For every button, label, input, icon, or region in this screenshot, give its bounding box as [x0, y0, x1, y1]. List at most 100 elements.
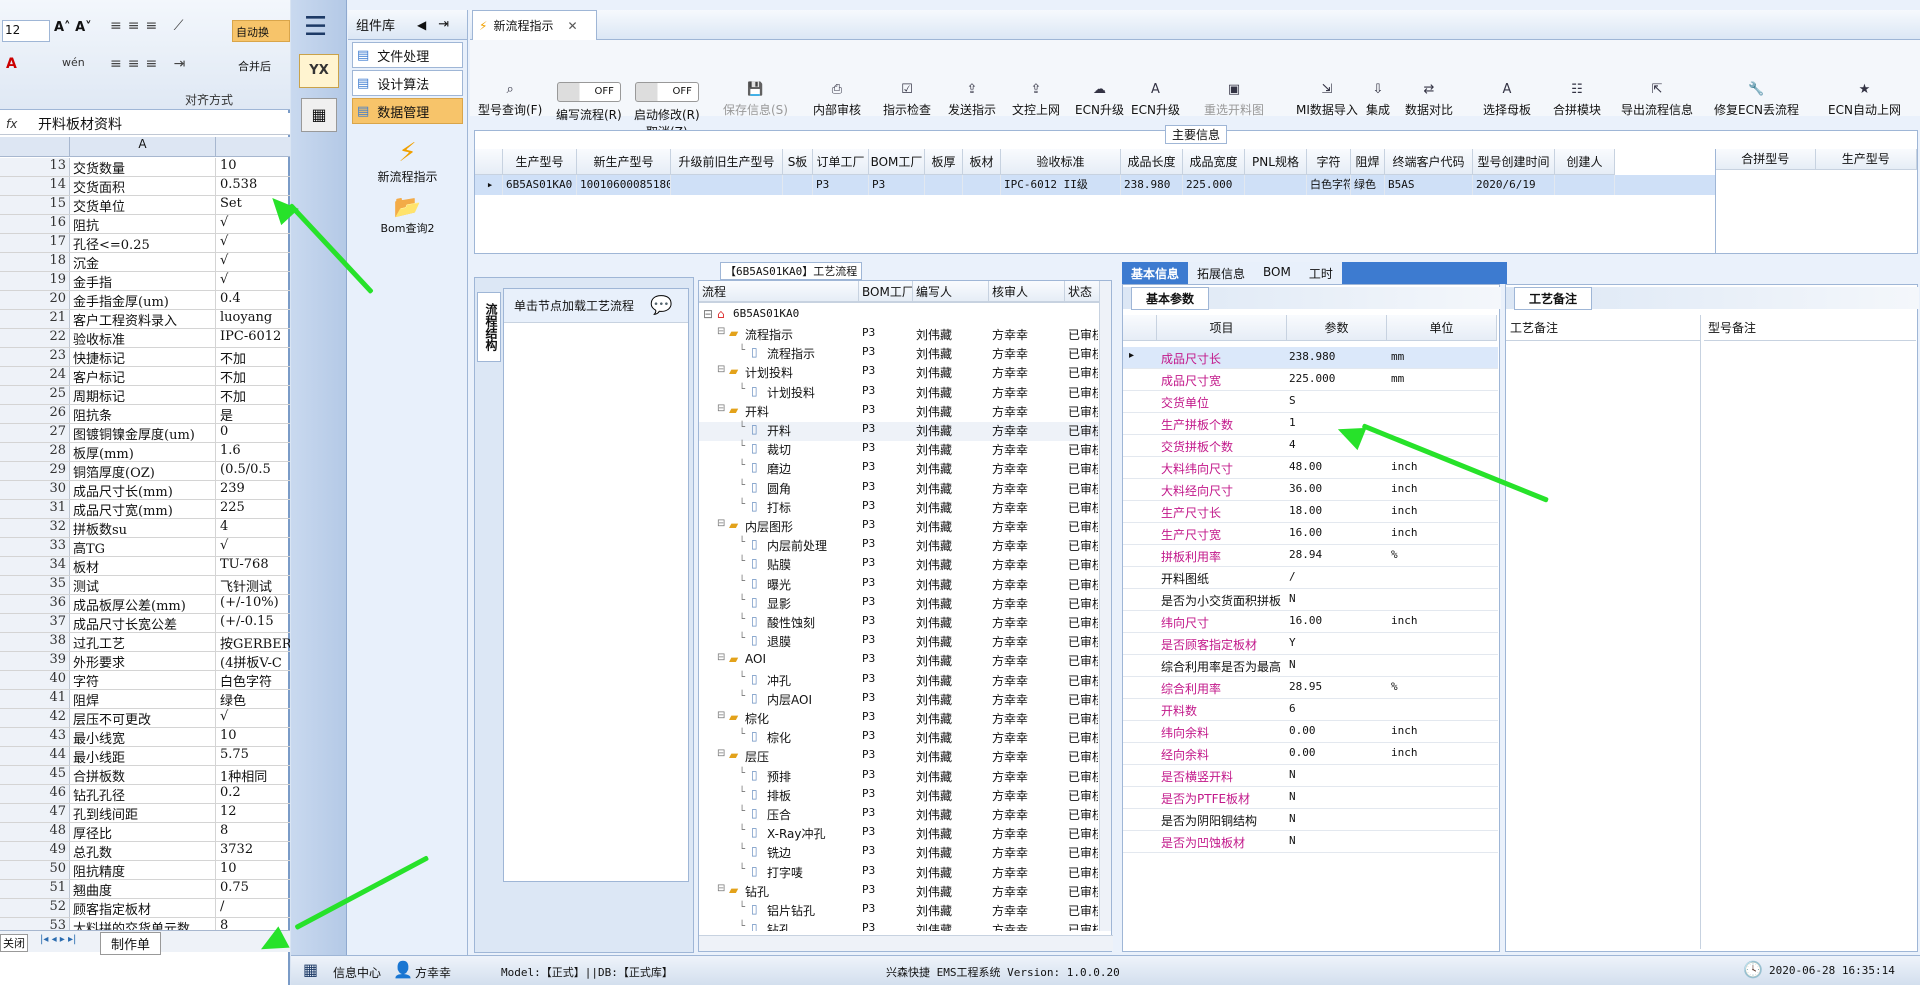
- toolbar-btn-8[interactable]: ☁ ECN升级: [1075, 82, 1124, 118]
- cell-a[interactable]: 板厚(mm): [70, 443, 216, 461]
- tree-node[interactable]: ⊟ ▰ AOI P3 刘伟藏 方幸幸 已审核: [699, 652, 1099, 671]
- formula-value[interactable]: 开料板材资料: [28, 114, 122, 134]
- cell-a[interactable]: 过孔工艺: [70, 633, 216, 651]
- param-value[interactable]: S: [1289, 394, 1296, 407]
- cell-a[interactable]: 拼板数su: [70, 519, 216, 537]
- grow-font-icon[interactable]: A˄ A˅: [54, 20, 92, 35]
- cell-b[interactable]: 5.75: [216, 747, 290, 765]
- main-cell[interactable]: 绿色: [1351, 175, 1385, 195]
- cell-a[interactable]: 阻抗: [70, 215, 216, 233]
- tree-node[interactable]: └ ▯ 圆角 P3 刘伟藏 方幸幸 已审核: [699, 480, 1099, 499]
- toolbar-btn-13[interactable]: ⇄ 数据对比: [1405, 82, 1453, 118]
- tree-node[interactable]: └ ▯ 计划投料 P3 刘伟藏 方幸幸 已审核: [699, 384, 1099, 403]
- param-value[interactable]: N: [1289, 768, 1296, 781]
- cell-a[interactable]: 验收标准: [70, 329, 216, 347]
- sheet-row[interactable]: 30 成品尺寸长(mm) 239: [0, 481, 290, 500]
- sheet-row[interactable]: 15 交货单位 Set: [0, 196, 290, 215]
- cell-b[interactable]: √: [216, 234, 290, 252]
- sheet-row[interactable]: 46 钻孔孔径 0.2: [0, 785, 290, 804]
- row-number[interactable]: 34: [0, 557, 70, 575]
- cell-b[interactable]: 0.2: [216, 785, 290, 803]
- main-col-header[interactable]: 验收标准: [1001, 149, 1121, 175]
- sheet-row[interactable]: 48 厚径比 8: [0, 823, 290, 842]
- wrap-text-button[interactable]: 自动换: [232, 20, 290, 42]
- main-col-header[interactable]: 型号创建时间: [1473, 149, 1555, 175]
- cell-a[interactable]: 孔径<=0.25: [70, 234, 216, 252]
- cell-b[interactable]: luoyang: [216, 310, 290, 328]
- sheet-row[interactable]: 24 客户标记 不加: [0, 367, 290, 386]
- calculator-icon[interactable]: ▦: [301, 98, 337, 132]
- tree-node[interactable]: └ ▯ 铝片钻孔 P3 刘伟藏 方幸幸 已审核: [699, 902, 1099, 921]
- cell-b[interactable]: √: [216, 272, 290, 290]
- pin-icon[interactable]: ⇥: [438, 17, 449, 32]
- cell-b[interactable]: 不加: [216, 367, 290, 385]
- toolbar-btn-4[interactable]: ⎙ 内部审核: [813, 82, 861, 118]
- tree-node[interactable]: └ ▯ 冲孔 P3 刘伟藏 方幸幸 已审核: [699, 672, 1099, 691]
- model-notes-column[interactable]: 型号备注: [1704, 315, 1916, 949]
- tree-root[interactable]: ⊟ ⌂ 6B5AS01KA0: [699, 307, 1099, 326]
- param-row[interactable]: 开料数 6: [1123, 699, 1498, 721]
- param-value[interactable]: 0.00: [1289, 746, 1316, 759]
- expand-icon[interactable]: ⊟: [717, 883, 725, 894]
- yx-app-icon[interactable]: YX: [299, 54, 339, 88]
- cell-b[interactable]: (4拼板V-C: [216, 652, 290, 670]
- param-value[interactable]: Y: [1289, 636, 1296, 649]
- sheet-row[interactable]: 43 最小线宽 10: [0, 728, 290, 747]
- main-cell[interactable]: [783, 175, 813, 195]
- cell-a[interactable]: 钻孔孔径: [70, 785, 216, 803]
- cell-a[interactable]: 金手指: [70, 272, 216, 290]
- phonetic-icon[interactable]: wén: [62, 56, 85, 69]
- main-col-header[interactable]: S板: [783, 149, 813, 175]
- detail-tab-1[interactable]: 拓展信息: [1188, 262, 1255, 284]
- main-col-header[interactable]: 板厚: [925, 149, 963, 175]
- row-number[interactable]: 31: [0, 500, 70, 518]
- row-number[interactable]: 15: [0, 196, 70, 214]
- param-value[interactable]: N: [1289, 812, 1296, 825]
- cell-a[interactable]: 客户标记: [70, 367, 216, 385]
- cell-b[interactable]: (0.5/0.5: [216, 462, 290, 480]
- main-col-header[interactable]: BOM工厂: [869, 149, 925, 175]
- param-value[interactable]: 4: [1289, 438, 1296, 451]
- row-number[interactable]: 22: [0, 329, 70, 347]
- cell-a[interactable]: 总孔数: [70, 842, 216, 860]
- main-col-header[interactable]: 订单工厂: [813, 149, 869, 175]
- param-row[interactable]: 生产拼板个数 1: [1123, 413, 1498, 435]
- cell-b[interactable]: /: [216, 899, 290, 917]
- toolbar-btn-5[interactable]: ☑ 指示检查: [883, 82, 931, 118]
- toolbar-btn-18[interactable]: ★ ECN自动上网: [1828, 82, 1901, 118]
- param-value[interactable]: 238.980: [1289, 350, 1335, 363]
- cell-b[interactable]: 225: [216, 500, 290, 518]
- sheet-row[interactable]: 27 图镀铜镍金厚度(um) 0: [0, 424, 290, 443]
- tree-node[interactable]: └ ▯ 磨边 P3 刘伟藏 方幸幸 已审核: [699, 460, 1099, 479]
- tree-node[interactable]: ⊟ ▰ 计划投料 P3 刘伟藏 方幸幸 已审核: [699, 364, 1099, 383]
- sheet-row[interactable]: 22 验收标准 IPC-6012: [0, 329, 290, 348]
- tree-node[interactable]: └ ▯ 流程指示 P3 刘伟藏 方幸幸 已审核: [699, 345, 1099, 364]
- cell-a[interactable]: 成品板厚公差(mm): [70, 595, 216, 613]
- tree-node[interactable]: └ ▯ 压合 P3 刘伟藏 方幸幸 已审核: [699, 806, 1099, 825]
- sheet-row[interactable]: 42 层压不可更改 √: [0, 709, 290, 728]
- formula-bar[interactable]: fx 开料板材资料: [0, 113, 290, 135]
- param-row[interactable]: 生产尺寸宽 16.00 inch: [1123, 523, 1498, 545]
- expand-icon[interactable]: ⊟: [717, 710, 725, 721]
- row-number[interactable]: 33: [0, 538, 70, 556]
- cell-b[interactable]: TU-768: [216, 557, 290, 575]
- row-number[interactable]: 30: [0, 481, 70, 499]
- param-row[interactable]: 经向余料 0.00 inch: [1123, 743, 1498, 765]
- grid-menu-icon[interactable]: ▦: [303, 960, 318, 979]
- param-row[interactable]: 是否横竖开料 N: [1123, 765, 1498, 787]
- sheet-row[interactable]: 19 金手指 √: [0, 272, 290, 291]
- tree-node[interactable]: └ ▯ 酸性蚀刻 P3 刘伟藏 方幸幸 已审核: [699, 614, 1099, 633]
- expand-icon[interactable]: ⊟: [717, 364, 725, 375]
- tree-vscroll[interactable]: [1099, 281, 1111, 931]
- sheet-row[interactable]: 37 成品尺寸长宽公差 (+/-0.15: [0, 614, 290, 633]
- cell-b[interactable]: 239: [216, 481, 290, 499]
- merge-button[interactable]: 合并后: [238, 58, 271, 74]
- tree-node[interactable]: ⊟ ▰ 棕化 P3 刘伟藏 方幸幸 已审核: [699, 710, 1099, 729]
- row-number[interactable]: 39: [0, 652, 70, 670]
- param-row[interactable]: 是否为阴阳铜结构 N: [1123, 809, 1498, 831]
- main-cell[interactable]: [671, 175, 783, 195]
- tree-node[interactable]: ⊟ ▰ 层压 P3 刘伟藏 方幸幸 已审核: [699, 748, 1099, 767]
- row-number[interactable]: 26: [0, 405, 70, 423]
- row-number[interactable]: 35: [0, 576, 70, 594]
- tree-node[interactable]: ⊟ ▰ 钻孔 P3 刘伟藏 方幸幸 已审核: [699, 883, 1099, 902]
